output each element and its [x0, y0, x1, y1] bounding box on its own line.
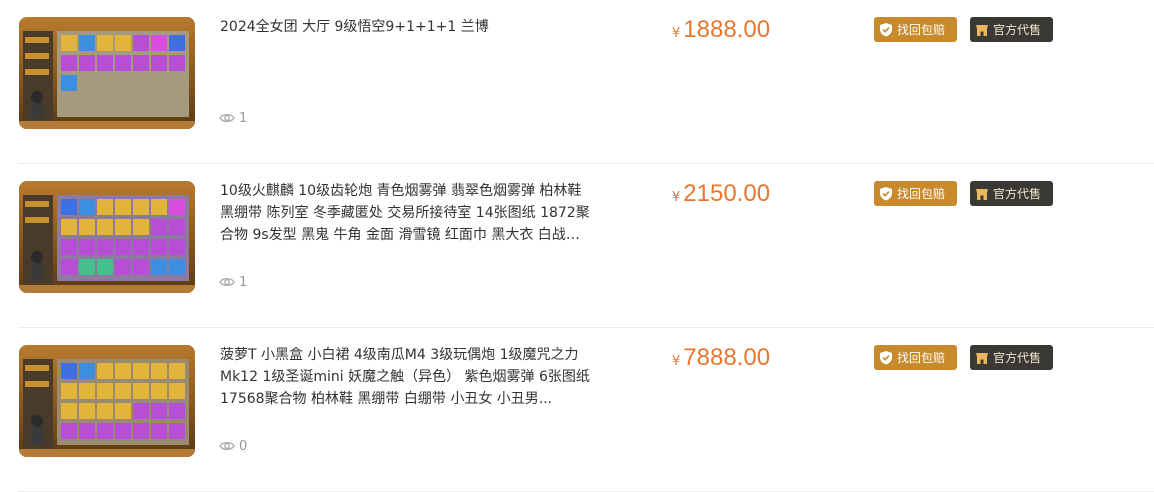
- official-agent-badge: 官方代售: [970, 17, 1053, 42]
- listing-title[interactable]: 2024全女团 大厅 9级悟空9+1+1+1 兰博: [220, 16, 592, 38]
- listing-title[interactable]: 10级火麒麟 10级齿轮炮 青色烟雾弹 翡翠色烟雾弹 柏林鞋 黑绷带 陈列室 冬…: [220, 180, 592, 246]
- listing-thumbnail[interactable]: [19, 17, 195, 129]
- view-count: 0: [219, 438, 247, 454]
- listing-thumbnail[interactable]: [19, 181, 195, 293]
- agent-label: 官方代售: [993, 187, 1042, 201]
- shop-icon: [976, 24, 988, 36]
- agent-label: 官方代售: [993, 351, 1042, 365]
- currency-symbol: ¥: [672, 190, 681, 205]
- view-count-value: 1: [239, 274, 248, 290]
- guarantee-label: 找回包赔: [897, 351, 946, 365]
- eye-icon: [219, 441, 235, 451]
- price-amount: 1888.00: [683, 16, 771, 43]
- view-count: 1: [219, 110, 247, 126]
- shield-check-icon: [880, 351, 892, 365]
- listing-item[interactable]: 菠萝T 小黑盒 小白裙 4级南瓜M4 3级玩偶炮 1级魔咒之力 Mk12 1级圣…: [0, 328, 1154, 492]
- listing-item[interactable]: 10级火麒麟 10级齿轮炮 青色烟雾弹 翡翠色烟雾弹 柏林鞋 黑绷带 陈列室 冬…: [0, 164, 1154, 328]
- shop-icon: [976, 188, 988, 200]
- view-count-value: 1: [239, 110, 248, 126]
- price-amount: 7888.00: [683, 344, 771, 371]
- guarantee-badge: 找回包赔: [874, 17, 957, 42]
- currency-symbol: ¥: [672, 354, 681, 369]
- guarantee-label: 找回包赔: [897, 23, 946, 37]
- listing-title[interactable]: 菠萝T 小黑盒 小白裙 4级南瓜M4 3级玩偶炮 1级魔咒之力 Mk12 1级圣…: [220, 344, 592, 410]
- shield-check-icon: [880, 187, 892, 201]
- currency-symbol: ¥: [672, 26, 681, 41]
- listing-thumbnail[interactable]: [19, 345, 195, 457]
- eye-icon: [219, 277, 235, 287]
- official-agent-badge: 官方代售: [970, 181, 1053, 206]
- view-count-value: 0: [239, 438, 248, 454]
- listing-list: 2024全女团 大厅 9级悟空9+1+1+1 兰博 1 ¥ 1888.00 找回…: [0, 0, 1154, 492]
- guarantee-badge: 找回包赔: [874, 345, 957, 370]
- guarantee-badge: 找回包赔: [874, 181, 957, 206]
- price-amount: 2150.00: [683, 180, 771, 207]
- guarantee-label: 找回包赔: [897, 187, 946, 201]
- shop-icon: [976, 352, 988, 364]
- official-agent-badge: 官方代售: [970, 345, 1053, 370]
- shield-check-icon: [880, 23, 892, 37]
- listing-price: ¥ 7888.00: [672, 344, 770, 372]
- eye-icon: [219, 113, 235, 123]
- view-count: 1: [219, 274, 247, 290]
- listing-item[interactable]: 2024全女团 大厅 9级悟空9+1+1+1 兰博 1 ¥ 1888.00 找回…: [0, 0, 1154, 164]
- listing-price: ¥ 1888.00: [672, 16, 770, 44]
- agent-label: 官方代售: [993, 23, 1042, 37]
- listing-price: ¥ 2150.00: [672, 180, 770, 208]
